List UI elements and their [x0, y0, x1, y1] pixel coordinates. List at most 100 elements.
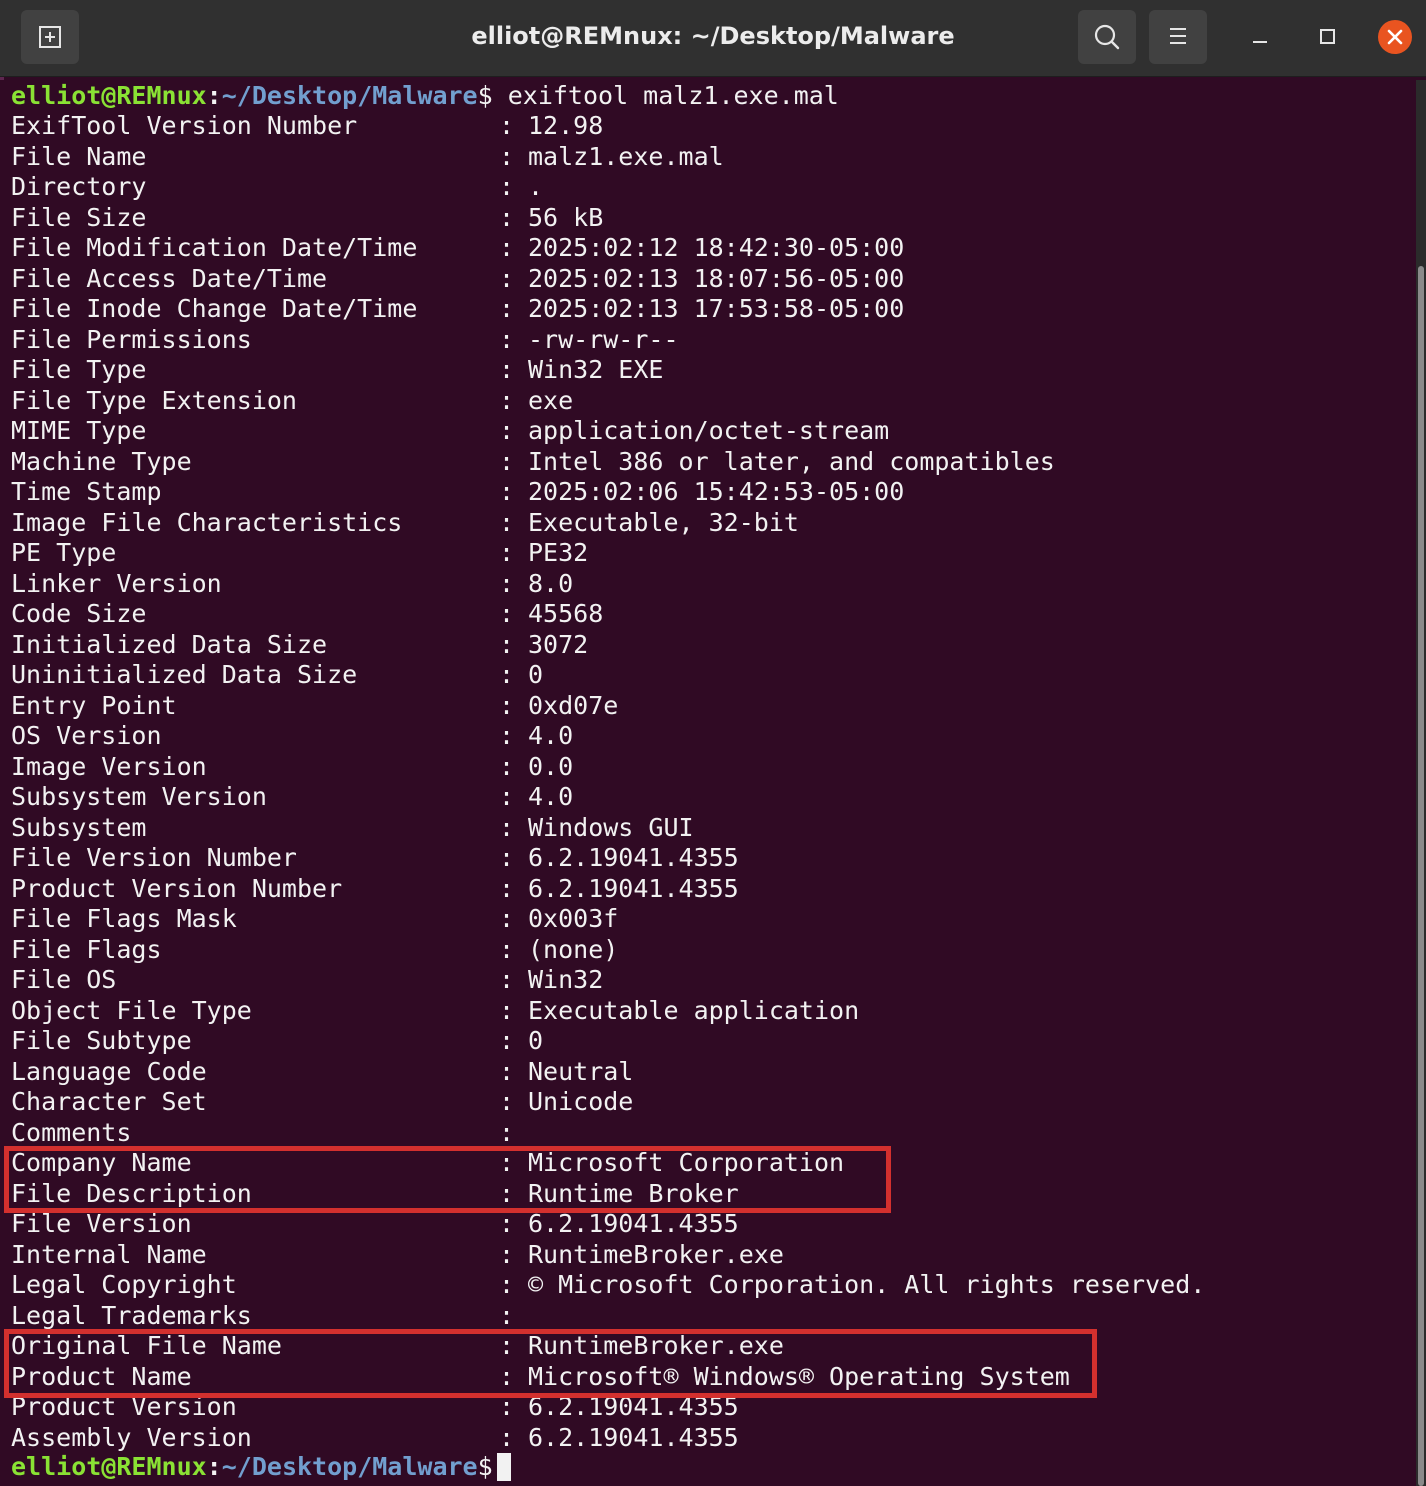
- minimize-button[interactable]: [1236, 14, 1282, 60]
- maximize-button[interactable]: [1304, 14, 1350, 60]
- metadata-value: Neutral: [528, 1057, 634, 1086]
- metadata-separator: :: [499, 233, 515, 262]
- metadata-separator: :: [499, 355, 515, 384]
- current-prompt-line[interactable]: elliot@REMnux:~/Desktop/Malware$: [11, 1452, 511, 1482]
- metadata-label: File Modification Date/Time: [11, 233, 418, 262]
- metadata-value: 2025:02:13 17:53:58-05:00: [528, 294, 905, 323]
- metadata-label: Product Version Number: [11, 874, 343, 903]
- metadata-value: 0x003f: [528, 904, 619, 933]
- metadata-value: 0.0: [528, 752, 574, 781]
- metadata-value: Intel 386 or later, and compatibles: [528, 447, 1055, 476]
- search-button[interactable]: [1078, 10, 1136, 64]
- metadata-separator: :: [499, 630, 515, 659]
- metadata-label: Legal Trademarks: [11, 1301, 252, 1330]
- metadata-label: ExifTool Version Number: [11, 111, 358, 140]
- metadata-label: File Version Number: [11, 843, 297, 872]
- metadata-separator: :: [499, 447, 515, 476]
- metadata-label: Time Stamp: [11, 477, 162, 506]
- metadata-value: RuntimeBroker.exe: [528, 1240, 784, 1269]
- metadata-label: Image Version: [11, 752, 207, 781]
- metadata-value: 12.98: [528, 111, 604, 140]
- metadata-label: Comments: [11, 1118, 132, 1147]
- metadata-value: 6.2.19041.4355: [528, 874, 739, 903]
- metadata-label: Uninitialized Data Size: [11, 660, 358, 689]
- metadata-value: application/octet-stream: [528, 416, 890, 445]
- metadata-value: 6.2.19041.4355: [528, 843, 739, 872]
- metadata-label: Image File Characteristics: [11, 508, 403, 537]
- metadata-separator: :: [499, 111, 515, 140]
- metadata-separator: :: [499, 752, 515, 781]
- metadata-label: File Access Date/Time: [11, 264, 328, 293]
- metadata-label: Assembly Version: [11, 1423, 252, 1452]
- close-button[interactable]: [1378, 20, 1412, 54]
- prompt-colon: :: [206, 81, 222, 110]
- metadata-value: exe: [528, 386, 574, 415]
- metadata-value: malz1.exe.mal: [528, 142, 724, 171]
- metadata-value: -rw-rw-r--: [528, 325, 679, 354]
- metadata-separator: :: [499, 1209, 515, 1238]
- minimize-icon: [1253, 41, 1267, 43]
- metadata-label: Code Size: [11, 599, 147, 628]
- metadata-label: MIME Type: [11, 416, 147, 445]
- metadata-value: .: [528, 172, 544, 201]
- metadata-label: Language Code: [11, 1057, 207, 1086]
- highlight-box-company-description: [4, 1146, 891, 1213]
- metadata-separator: :: [499, 325, 515, 354]
- metadata-separator: :: [499, 477, 515, 506]
- metadata-separator: :: [499, 935, 515, 964]
- metadata-label: Subsystem Version: [11, 782, 267, 811]
- metadata-separator: :: [499, 1057, 515, 1086]
- metadata-separator: :: [499, 874, 515, 903]
- metadata-separator: :: [499, 1423, 515, 1452]
- metadata-value: 2025:02:06 15:42:53-05:00: [528, 477, 905, 506]
- metadata-value: 6.2.19041.4355: [528, 1423, 739, 1452]
- metadata-value: Executable application: [528, 996, 860, 1025]
- menu-button[interactable]: [1149, 10, 1207, 64]
- title-bar[interactable]: elliot@REMnux: ~/Desktop/Malware: [0, 0, 1426, 77]
- metadata-label: File Version: [11, 1209, 192, 1238]
- metadata-value: 4.0: [528, 721, 574, 750]
- scrollbar[interactable]: [1416, 80, 1426, 1486]
- metadata-separator: :: [499, 142, 515, 171]
- metadata-separator: :: [499, 1240, 515, 1269]
- prompt-user-host: elliot@REMnux: [11, 1452, 207, 1481]
- metadata-separator: :: [499, 1026, 515, 1055]
- metadata-value: Win32 EXE: [528, 355, 664, 384]
- metadata-separator: :: [499, 904, 515, 933]
- terminal-output[interactable]: elliot@REMnux:~/Desktop/Malware$ exiftoo…: [0, 80, 1416, 1486]
- window-title: elliot@REMnux: ~/Desktop/Malware: [471, 22, 955, 50]
- metadata-label: File Permissions: [11, 325, 252, 354]
- metadata-separator: :: [499, 386, 515, 415]
- metadata-value: Unicode: [528, 1087, 634, 1116]
- metadata-value: 0: [528, 1026, 544, 1055]
- metadata-label: File Name: [11, 142, 147, 171]
- metadata-label: Subsystem: [11, 813, 147, 842]
- metadata-separator: :: [499, 508, 515, 537]
- metadata-value: 2025:02:12 18:42:30-05:00: [528, 233, 905, 262]
- metadata-value: Executable, 32-bit: [528, 508, 799, 537]
- metadata-label: Entry Point: [11, 691, 177, 720]
- prompt-dollar: $: [477, 1452, 493, 1481]
- prompt-dollar: $: [477, 81, 493, 110]
- metadata-label: PE Type: [11, 538, 117, 567]
- metadata-value: 56 kB: [528, 203, 604, 232]
- metadata-label: File Flags: [11, 935, 162, 964]
- maximize-icon: [1320, 29, 1335, 44]
- close-icon: [1387, 29, 1403, 45]
- terminal-window: elliot@REMnux: ~/Desktop/Malware elliot@…: [0, 0, 1426, 1486]
- metadata-value: Win32: [528, 965, 604, 994]
- metadata-value: 6.2.19041.4355: [528, 1209, 739, 1238]
- scrollbar-thumb[interactable]: [1418, 266, 1424, 1486]
- metadata-label: OS Version: [11, 721, 162, 750]
- metadata-label: Character Set: [11, 1087, 207, 1116]
- metadata-separator: :: [499, 264, 515, 293]
- text-cursor: [496, 1453, 511, 1481]
- metadata-value: (none): [528, 935, 619, 964]
- metadata-value: 4.0: [528, 782, 574, 811]
- metadata-value: Windows GUI: [528, 813, 694, 842]
- metadata-separator: :: [499, 782, 515, 811]
- metadata-separator: :: [499, 538, 515, 567]
- command-prompt-line: elliot@REMnux:~/Desktop/Malware$ exiftoo…: [11, 81, 839, 111]
- metadata-value: 2025:02:13 18:07:56-05:00: [528, 264, 905, 293]
- metadata-label: Legal Copyright: [11, 1270, 237, 1299]
